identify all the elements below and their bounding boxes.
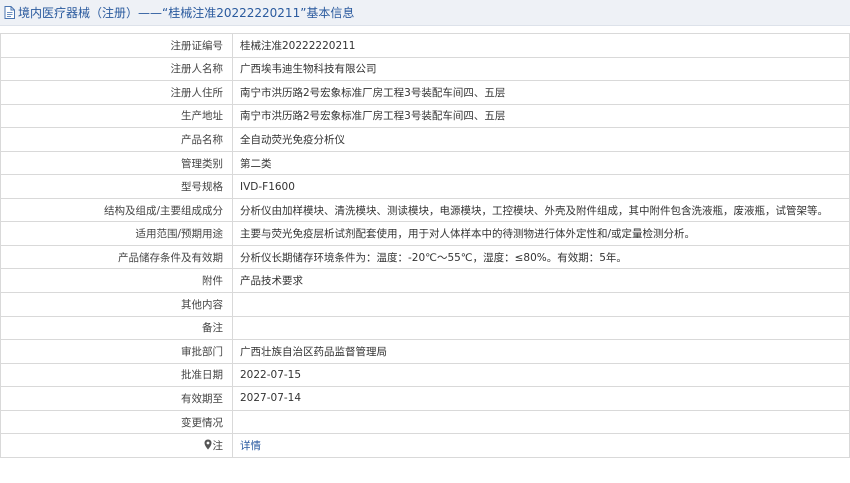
field-value: 2027-07-14 [232,386,850,411]
field-value: IVD-F1600 [232,174,850,199]
table-row: 有效期至 2027-07-14 [0,386,850,411]
field-value: 产品技术要求 [232,268,850,294]
field-label: 审批部门 [0,339,233,364]
field-label: 备注 [0,315,233,341]
table-row: 型号规格 IVD-F1600 [0,174,850,199]
field-label: 型号规格 [0,174,233,199]
field-label: 变更情况 [0,409,233,435]
field-label: 结构及组成/主要组成成分 [0,197,233,223]
field-label: 批准日期 [0,362,233,388]
table-row: 产品名称 全自动荧光免疫分析仪 [0,127,850,152]
table-row: 其他内容 [0,292,850,317]
page-header: 境内医疗器械（注册）——“桂械注准20222220211”基本信息 [0,0,850,26]
table-row: 注册人住所 南宁市洪历路2号宏象标准厂房工程3号装配车间四、五层 [0,80,850,105]
table-row: 适用范围/预期用途 主要与荧光免疫层析试剂配套使用，用于对人体样本中的待测物进行体… [0,221,850,246]
note-label: 注 [212,440,224,453]
table-row: 变更情况 [0,409,850,435]
field-value: 分析仪长期储存环境条件为：温度：-20℃～55℃，湿度：≤80%。有效期：5年。 [232,244,850,270]
field-label: 有效期至 [0,386,233,411]
field-label: 注册证编号 [0,33,233,58]
table-row: 审批部门 广西壮族自治区药品监督管理局 [0,339,850,364]
table-row: 管理类别 第二类 [0,150,850,176]
table-row: 注册人名称 广西埃韦迪生物科技有限公司 [0,56,850,82]
location-pin-icon [204,439,212,453]
field-label: 注册人住所 [0,80,233,105]
field-label: 其他内容 [0,292,233,317]
field-value [232,409,850,435]
field-value: 第二类 [232,150,850,176]
field-value: 分析仪由加样模块、清洗模块、测读模块，电源模块，工控模块、外壳及附件组成，其中附… [232,197,850,223]
table-row: 结构及组成/主要组成成分 分析仪由加样模块、清洗模块、测读模块，电源模块，工控模块… [0,197,850,223]
note-value-cell: 详情 [232,433,850,458]
field-label: 适用范围/预期用途 [0,221,233,246]
field-value: 主要与荧光免疫层析试剂配套使用，用于对人体样本中的待测物进行体外定性和/或定量检… [232,221,850,246]
table-row: 生产地址 南宁市洪历路2号宏象标准厂房工程3号装配车间四、五层 [0,103,850,129]
field-value: 全自动荧光免疫分析仪 [232,127,850,152]
field-label: 注册人名称 [0,56,233,82]
field-value: 南宁市洪历路2号宏象标准厂房工程3号装配车间四、五层 [232,80,850,105]
table-row: 注册证编号 桂械注准20222220211 [0,33,850,58]
details-link[interactable]: 详情 [240,440,261,452]
note-label-cell: 注 [0,433,233,458]
field-label: 附件 [0,268,233,294]
field-label: 产品储存条件及有效期 [0,244,233,270]
document-icon [4,6,15,19]
page-title: 境内医疗器械（注册）——“桂械注准20222220211”基本信息 [18,6,355,20]
field-value: 广西壮族自治区药品监督管理局 [232,339,850,364]
info-table: 注册证编号 桂械注准20222220211 注册人名称 广西埃韦迪生物科技有限公司 注册… [0,33,850,458]
field-value [232,292,850,317]
field-label: 管理类别 [0,150,233,176]
table-row: 产品储存条件及有效期 分析仪长期储存环境条件为：温度：-20℃～55℃，湿度：≤8… [0,244,850,270]
field-label: 生产地址 [0,103,233,129]
table-row: 批准日期 2022-07-15 [0,362,850,388]
table-row: 附件 产品技术要求 [0,268,850,294]
field-value: 2022-07-15 [232,362,850,388]
field-value: 广西埃韦迪生物科技有限公司 [232,56,850,82]
note-row: 注 详情 [0,433,850,458]
field-value: 南宁市洪历路2号宏象标准厂房工程3号装配车间四、五层 [232,103,850,129]
table-row: 备注 [0,315,850,341]
info-table-body: 注册证编号 桂械注准20222220211 注册人名称 广西埃韦迪生物科技有限公司 注册… [0,33,850,458]
field-label: 产品名称 [0,127,233,152]
field-value: 桂械注准20222220211 [232,33,850,58]
field-value [232,315,850,341]
